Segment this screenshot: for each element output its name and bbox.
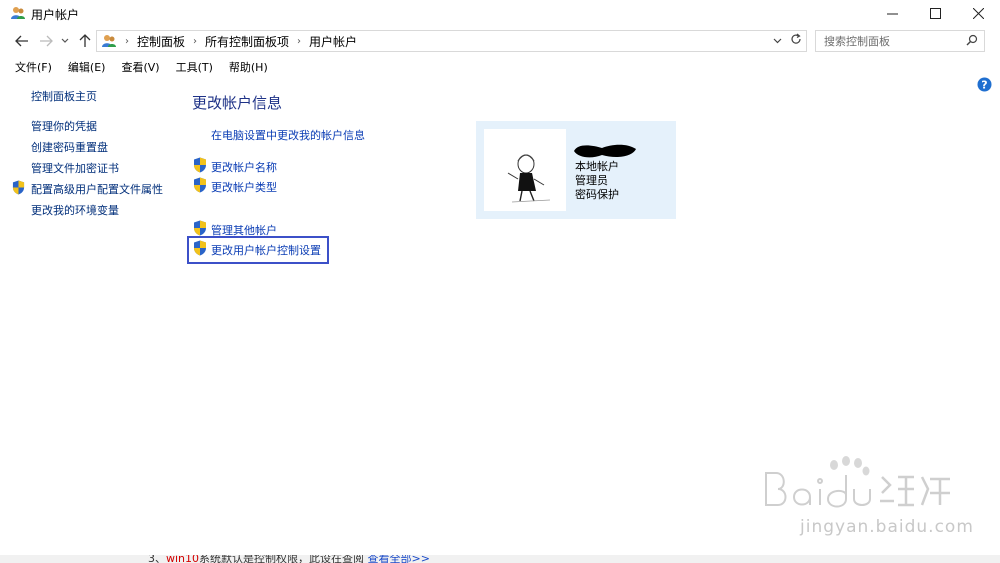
link-change-account-type[interactable]: 更改帐户类型 (211, 179, 277, 195)
bottom-prefix: 3、 (148, 555, 166, 563)
minimize-icon (886, 13, 898, 14)
bottom-red-text: win10 (166, 555, 200, 563)
menu-help[interactable]: 帮助(H) (222, 57, 275, 77)
breadcrumb-control-panel[interactable]: 控制面板 (137, 33, 185, 50)
background-page-text: 3、win10系统默认是控制权限，此设在查阅 查看全部>> (148, 555, 430, 563)
forward-arrow-icon (40, 35, 53, 47)
search-button[interactable] (966, 34, 978, 49)
chevron-down-icon (773, 38, 782, 44)
sidebar-item-advanced-profile-properties[interactable]: 配置高级用户配置文件属性 (31, 181, 163, 197)
uac-shield-icon (194, 177, 206, 193)
svg-text:?: ? (981, 79, 987, 92)
account-card: 本地帐户 管理员 密码保护 (476, 121, 676, 219)
close-button[interactable] (957, 0, 999, 26)
menu-view[interactable]: 查看(V) (114, 57, 166, 77)
address-bar[interactable]: › 控制面板 › 所有控制面板项 › 用户帐户 (96, 30, 807, 52)
breadcrumb-all-items[interactable]: 所有控制面板项 (205, 33, 289, 50)
uac-shield-icon (194, 240, 206, 256)
menu-bar: 文件(F) 编辑(E) 查看(V) 工具(T) 帮助(H) (0, 57, 1000, 77)
user-accounts-icon (11, 7, 25, 19)
account-protection: 密码保护 (575, 188, 619, 201)
breadcrumb-user-accounts[interactable]: 用户帐户 (309, 33, 357, 50)
address-history-dropdown[interactable] (773, 34, 782, 47)
chevron-down-icon (61, 38, 69, 43)
link-change-uac-settings[interactable]: 更改用户帐户控制设置 (211, 242, 321, 258)
search-input[interactable] (822, 33, 966, 49)
bottom-view-all-link[interactable]: 查看全部>> (368, 555, 430, 563)
sidebar-item-manage-encryption-certificates[interactable]: 管理文件加密证书 (31, 160, 119, 176)
breadcrumb-separator-icon[interactable]: › (193, 36, 197, 47)
user-accounts-window: 用户帐户 › 控制面板 › 所有控制面板项 › 用户帐户 搜索控制面板 文件(F… (0, 0, 1000, 556)
sidebar-item-control-panel-home[interactable]: 控制面板主页 (31, 88, 97, 104)
up-arrow-icon (79, 34, 91, 47)
avatar (484, 129, 566, 211)
recent-locations-button[interactable] (59, 32, 71, 50)
maximize-button[interactable] (914, 0, 956, 26)
uac-shield-icon (12, 180, 25, 195)
close-icon (972, 7, 984, 19)
search-box[interactable] (815, 30, 985, 52)
forward-button[interactable] (37, 32, 55, 50)
page-title: 更改帐户信息 (192, 94, 283, 112)
uac-shield-icon (194, 157, 206, 173)
link-change-account-name[interactable]: 更改帐户名称 (211, 159, 277, 175)
search-icon (966, 34, 978, 46)
back-button[interactable] (13, 32, 31, 50)
sidebar-item-change-environment-variables[interactable]: 更改我的环境变量 (31, 202, 119, 218)
menu-tools[interactable]: 工具(T) (169, 57, 220, 77)
control-panel-users-icon (102, 35, 116, 47)
back-arrow-icon (15, 35, 28, 47)
avatar-sketch-image (507, 154, 551, 203)
uac-shield-icon (194, 220, 206, 236)
refresh-button[interactable] (790, 33, 802, 49)
sidebar-item-manage-credentials[interactable]: 管理你的凭据 (31, 118, 97, 134)
breadcrumb-separator-icon: › (125, 35, 129, 47)
help-icon[interactable]: ? (977, 77, 992, 92)
up-button[interactable] (76, 32, 94, 50)
menu-edit[interactable]: 编辑(E) (61, 57, 113, 77)
refresh-icon (791, 33, 801, 44)
navigation-bar: › 控制面板 › 所有控制面板项 › 用户帐户 (0, 27, 1000, 55)
bottom-text: 系统默认是控制权限，此设在查阅 (199, 555, 365, 563)
sidebar-item-create-password-reset-disk[interactable]: 创建密码重置盘 (31, 139, 108, 155)
window-title: 用户帐户 (31, 8, 80, 22)
baidu-jingyan-watermark-logo (765, 456, 950, 508)
menu-file[interactable]: 文件(F) (8, 57, 59, 77)
breadcrumb-separator-icon[interactable]: › (297, 36, 301, 47)
maximize-icon (929, 7, 941, 19)
baidu-jingyan-watermark-url: jingyan.baidu.com (800, 517, 974, 537)
link-change-account-in-pc-settings[interactable]: 在电脑设置中更改我的帐户信息 (211, 127, 365, 143)
background-page-strip: 3、win10系统默认是控制权限，此设在查阅 查看全部>> (0, 555, 1000, 563)
title-bar: 用户帐户 (0, 0, 1000, 26)
minimize-button[interactable] (871, 0, 913, 26)
